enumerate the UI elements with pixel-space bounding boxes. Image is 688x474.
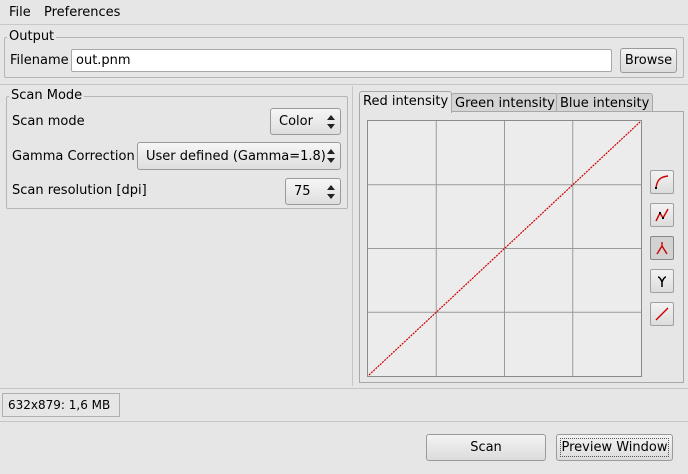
filename-input[interactable]	[71, 49, 612, 72]
gamma-icon	[657, 276, 667, 287]
menu-bar: File Preferences	[0, 0, 688, 25]
tab-red-intensity[interactable]: Red intensity	[359, 91, 453, 113]
spin-arrows-icon	[327, 149, 335, 163]
menu-preferences[interactable]: Preferences	[44, 5, 120, 20]
scan-mode-legend: Scan Mode	[9, 88, 85, 103]
reset-linear-icon	[655, 307, 669, 321]
tab-green-intensity[interactable]: Green intensity	[451, 93, 559, 113]
filename-label: Filename	[10, 53, 69, 68]
output-legend: Output	[7, 29, 57, 44]
reset-linear-button[interactable]	[650, 302, 674, 326]
scan-button[interactable]: Scan	[426, 434, 546, 461]
scan-mode-select[interactable]: Color	[270, 108, 341, 135]
free-curve-icon	[655, 175, 669, 189]
separator	[0, 84, 688, 85]
menu-file[interactable]: File	[9, 5, 31, 20]
scan-resolution-value: 75	[294, 184, 311, 199]
scan-resolution-select[interactable]: 75	[285, 178, 341, 205]
separator	[0, 388, 688, 389]
gamma-curve-editor[interactable]	[367, 120, 642, 377]
scan-mode-value: Color	[279, 114, 313, 129]
tab-blue-intensity[interactable]: Blue intensity	[556, 93, 654, 113]
gamma-correction-select[interactable]: User defined (Gamma=1.8)	[137, 142, 341, 170]
spline-curve-button[interactable]	[650, 203, 674, 227]
gamma-correction-value: User defined (Gamma=1.8)	[146, 148, 326, 164]
splitter	[352, 86, 353, 386]
scan-resolution-label: Scan resolution [dpi]	[12, 183, 147, 198]
linear-curve-icon	[656, 242, 668, 255]
linear-curve-button[interactable]	[650, 236, 674, 260]
image-info-status: 632x879: 1,6 MB	[2, 393, 120, 417]
scan-mode-label: Scan mode	[12, 114, 85, 129]
separator	[0, 421, 688, 422]
gamma-button[interactable]	[650, 269, 674, 293]
spin-arrows-icon	[327, 114, 335, 129]
free-curve-button[interactable]	[650, 170, 674, 194]
gamma-correction-label: Gamma Correction	[12, 149, 135, 164]
spin-arrows-icon	[327, 184, 335, 199]
browse-button[interactable]: Browse	[620, 48, 677, 73]
gamma-curve-canvas	[368, 121, 641, 376]
preview-window-button[interactable]: Preview Window	[556, 434, 673, 461]
spline-curve-icon	[655, 208, 669, 222]
